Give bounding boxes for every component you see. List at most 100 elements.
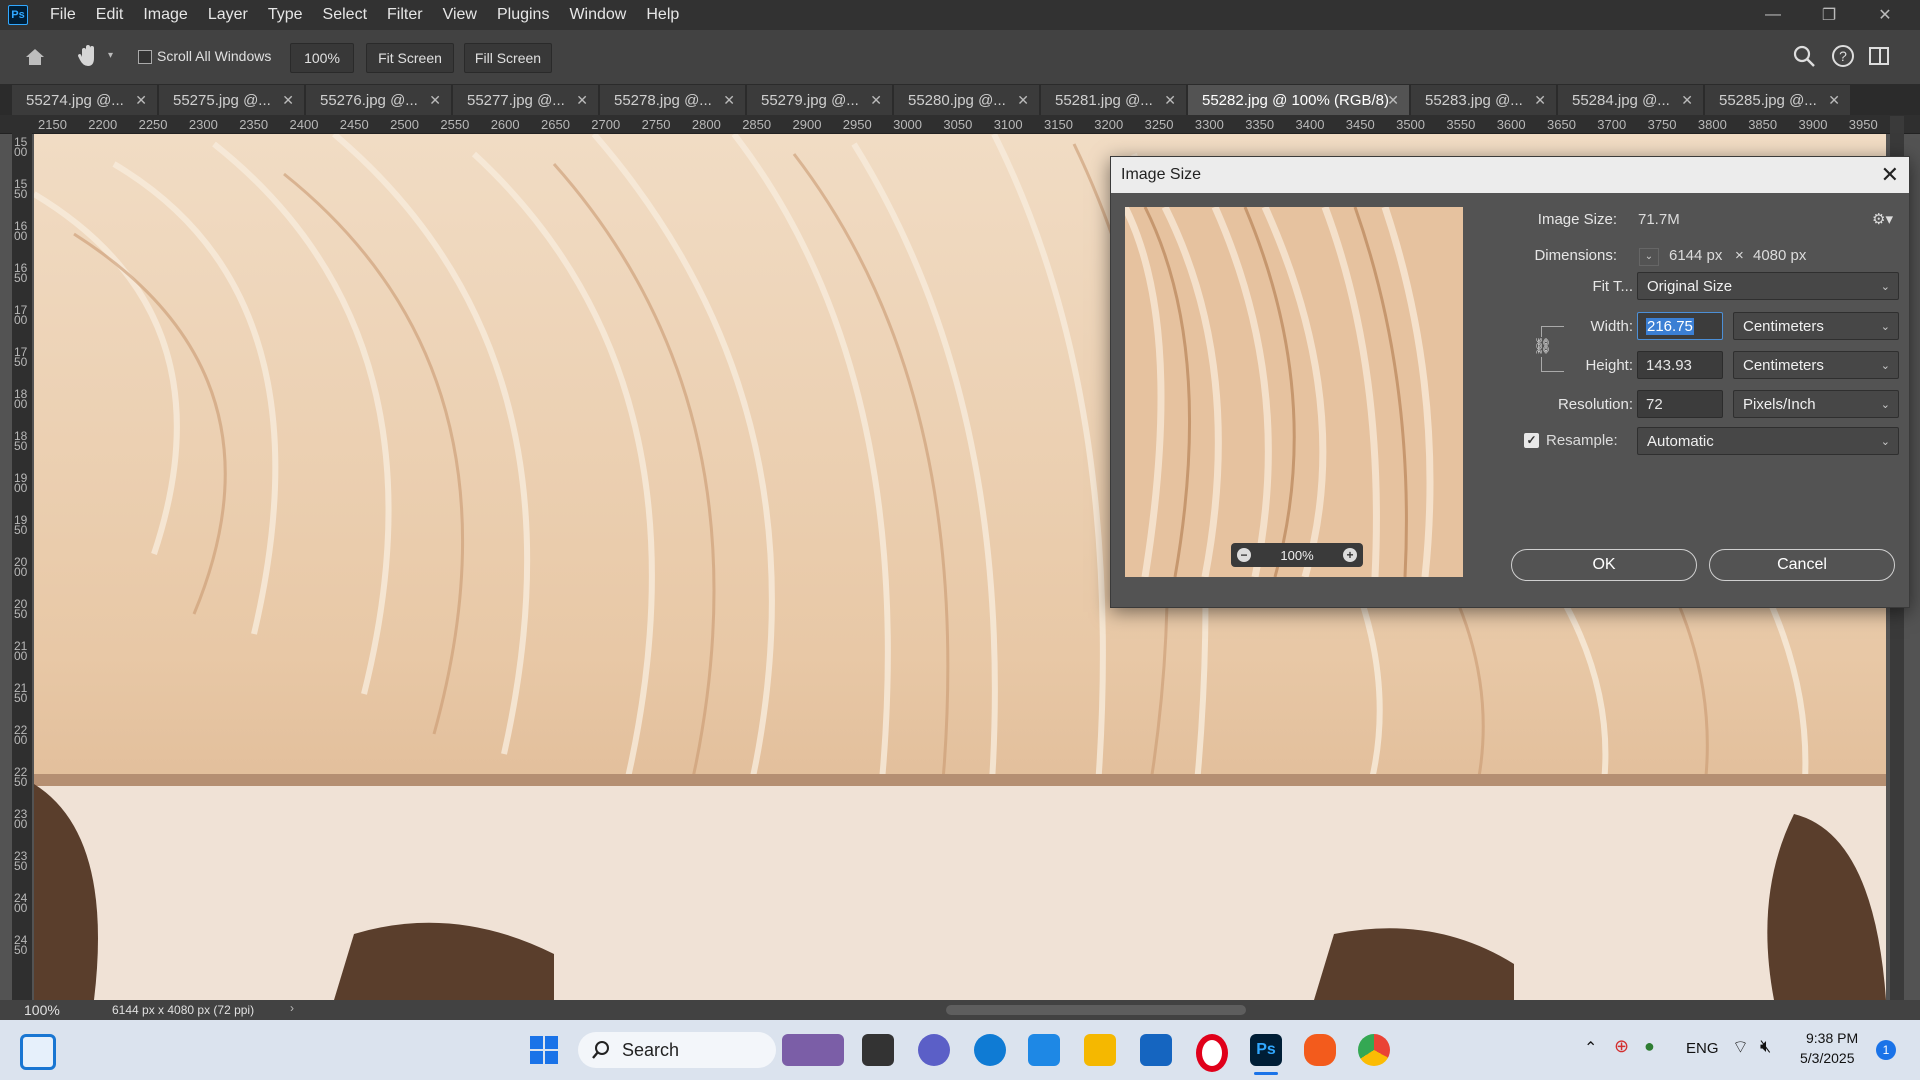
zoom-out-icon[interactable]: − — [1237, 548, 1251, 562]
home-icon[interactable] — [22, 44, 48, 70]
teams-chat-icon[interactable] — [918, 1034, 950, 1066]
close-icon[interactable]: ✕ — [1017, 92, 1029, 109]
file-explorer-icon[interactable] — [1084, 1034, 1116, 1066]
tab-55283[interactable]: 55283.jpg @... ✕ — [1411, 85, 1557, 115]
menu-filter[interactable]: Filter — [377, 0, 433, 30]
resample-checkbox[interactable]: ✓ — [1524, 433, 1539, 448]
tab-label: 55282.jpg @ 100% (RGB/8) — [1202, 91, 1389, 109]
tab-55284[interactable]: 55284.jpg @... ✕ — [1558, 85, 1704, 115]
microsoft-store-icon[interactable] — [1140, 1034, 1172, 1066]
minimize-icon[interactable]: — — [1750, 0, 1796, 30]
ruler-top-tick: 2150 — [38, 117, 67, 132]
ruler-top-tick: 3450 — [1345, 117, 1375, 132]
tab-55275[interactable]: 55275.jpg @... ✕ — [159, 85, 305, 115]
chevron-up-icon[interactable]: ⌃ — [1584, 1038, 1597, 1058]
menu-view[interactable]: View — [433, 0, 487, 30]
widgets-icon[interactable] — [20, 1034, 56, 1070]
ruler-left-tick: 2150 — [14, 681, 28, 705]
close-icon[interactable]: ✕ — [1164, 92, 1176, 109]
fit-screen-button[interactable]: Fit Screen — [366, 43, 454, 73]
close-icon[interactable]: ✕ — [282, 92, 294, 109]
close-icon[interactable]: ✕ — [1534, 92, 1546, 109]
clock-time[interactable]: 9:38 PM — [1806, 1030, 1858, 1046]
menu-layer[interactable]: Layer — [198, 0, 258, 30]
workspace-icon[interactable] — [1868, 45, 1890, 67]
menu-type[interactable]: Type — [258, 0, 313, 30]
edge-icon[interactable] — [974, 1034, 1006, 1066]
tab-55285[interactable]: 55285.jpg @... ✕ — [1705, 85, 1851, 115]
close-icon[interactable]: ✕ — [1828, 92, 1840, 109]
height-input[interactable]: 143.93 — [1637, 351, 1723, 379]
help-icon[interactable]: ? — [1831, 44, 1855, 68]
gear-icon[interactable]: ⚙▾ — [1872, 210, 1893, 228]
close-icon[interactable]: ✕ — [576, 92, 588, 109]
tab-55279[interactable]: 55279.jpg @... ✕ — [747, 85, 893, 115]
tab-55282-active[interactable]: 55282.jpg @ 100% (RGB/8) ✕ — [1188, 85, 1410, 115]
resolution-input[interactable]: 72 — [1637, 390, 1723, 418]
language-indicator[interactable]: ENG — [1686, 1040, 1719, 1057]
width-unit-select[interactable]: Centimeters ⌄ — [1733, 312, 1899, 340]
vpn-icon[interactable]: ⊕ — [1614, 1036, 1629, 1057]
menu-help[interactable]: Help — [636, 0, 689, 30]
ok-button[interactable]: OK — [1511, 549, 1697, 581]
menu-edit[interactable]: Edit — [86, 0, 134, 30]
close-icon[interactable]: ✕ — [1387, 92, 1399, 109]
close-icon[interactable]: ✕ — [723, 92, 735, 109]
menu-image[interactable]: Image — [133, 0, 197, 30]
menu-plugins[interactable]: Plugins — [487, 0, 559, 30]
maximize-icon[interactable]: ❐ — [1806, 0, 1852, 30]
wifi-icon[interactable]: ⌔ — [1732, 1036, 1749, 1059]
close-window-icon[interactable]: ✕ — [1862, 0, 1908, 30]
task-view-icon[interactable] — [862, 1034, 894, 1066]
menu-file[interactable]: File — [40, 0, 86, 30]
close-icon[interactable]: ✕ — [135, 92, 147, 109]
image-preview[interactable]: − 100% + — [1125, 207, 1463, 577]
network-globe-icon[interactable]: ● — [1644, 1036, 1655, 1057]
status-zoom[interactable]: 100% — [24, 1002, 60, 1018]
opera-icon[interactable] — [1196, 1034, 1228, 1072]
snipping-tool-icon[interactable] — [1028, 1034, 1060, 1066]
chevron-down-icon[interactable]: ▾ — [108, 50, 113, 61]
start-icon[interactable] — [528, 1034, 560, 1066]
close-icon[interactable]: ✕ — [1881, 162, 1899, 188]
zoom-100-button[interactable]: 100% — [290, 43, 354, 73]
tab-55278[interactable]: 55278.jpg @... ✕ — [600, 85, 746, 115]
search-highlight-icon[interactable] — [782, 1034, 844, 1066]
cancel-button[interactable]: Cancel — [1709, 549, 1895, 581]
resolution-unit-select[interactable]: Pixels/Inch ⌄ — [1733, 390, 1899, 418]
clock-date[interactable]: 5/3/2025 — [1800, 1050, 1855, 1066]
tab-55274[interactable]: 55274.jpg @... ✕ — [12, 85, 158, 115]
width-input[interactable]: 216.75 — [1637, 312, 1723, 340]
close-icon[interactable]: ✕ — [429, 92, 441, 109]
height-label: Height: — [1585, 357, 1633, 374]
menu-select[interactable]: Select — [313, 0, 377, 30]
taskbar-search-box[interactable]: Search — [578, 1032, 776, 1068]
fill-screen-button[interactable]: Fill Screen — [464, 43, 552, 73]
tab-55277[interactable]: 55277.jpg @... ✕ — [453, 85, 599, 115]
search-icon[interactable] — [1792, 44, 1816, 68]
tab-55276[interactable]: 55276.jpg @... ✕ — [306, 85, 452, 115]
resample-select[interactable]: Automatic ⌄ — [1637, 427, 1899, 455]
photoshop-taskbar-icon[interactable]: Ps — [1250, 1034, 1282, 1066]
chrome-icon[interactable] — [1358, 1034, 1390, 1066]
hand-tool-icon[interactable] — [74, 42, 102, 70]
link-icon[interactable]: ⛓ — [1533, 337, 1552, 357]
height-unit-select[interactable]: Centimeters ⌄ — [1733, 351, 1899, 379]
brave-icon[interactable] — [1304, 1034, 1336, 1066]
tab-55281[interactable]: 55281.jpg @... ✕ — [1041, 85, 1187, 115]
chevron-right-icon[interactable]: › — [290, 1001, 294, 1015]
scroll-all-windows-label: Scroll All Windows — [157, 48, 272, 64]
notification-badge[interactable]: 1 — [1876, 1040, 1896, 1060]
fit-to-select[interactable]: Original Size ⌄ — [1637, 272, 1899, 300]
volume-muted-icon[interactable]: 🔇︎ — [1760, 1036, 1771, 1057]
tab-55280[interactable]: 55280.jpg @... ✕ — [894, 85, 1040, 115]
resample-value: Automatic — [1647, 432, 1714, 450]
tab-label: 55283.jpg @... — [1425, 91, 1523, 109]
scroll-all-windows-checkbox[interactable] — [138, 50, 152, 64]
close-icon[interactable]: ✕ — [870, 92, 882, 109]
close-icon[interactable]: ✕ — [1681, 92, 1693, 109]
menu-window[interactable]: Window — [559, 0, 636, 30]
zoom-in-icon[interactable]: + — [1343, 548, 1357, 562]
horizontal-scroll-thumb[interactable] — [946, 1005, 1246, 1015]
dimensions-units-dropdown[interactable]: ⌄ — [1639, 248, 1659, 266]
